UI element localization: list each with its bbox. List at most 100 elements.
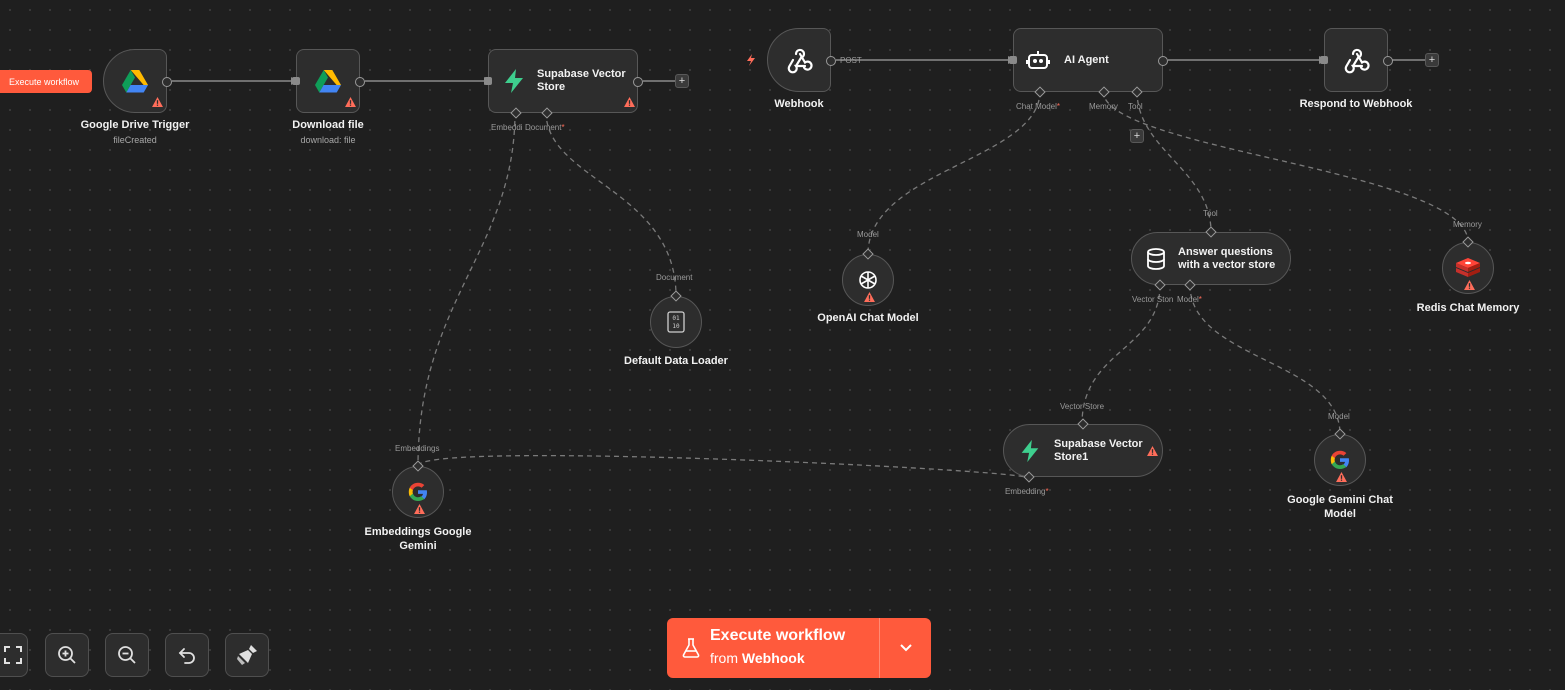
output-handle[interactable] xyxy=(633,77,643,87)
output-port[interactable] xyxy=(862,248,874,260)
fit-view-button[interactable] xyxy=(0,633,28,677)
execute-options-dropdown[interactable] xyxy=(880,618,931,678)
zoom-in-icon xyxy=(58,646,76,664)
supabase-icon xyxy=(505,69,523,93)
node-title-line2: Model xyxy=(1324,508,1356,520)
redis-icon xyxy=(1456,258,1480,277)
node-title: Default Data Loader xyxy=(624,355,728,367)
port-label-embeddi: Embeddi xyxy=(491,123,523,132)
chevron-down-icon xyxy=(899,644,912,652)
node-title: Google Gemini Chat Model xyxy=(1287,493,1393,521)
clear-execution-button[interactable] xyxy=(225,633,269,677)
zoom-out-button[interactable] xyxy=(105,633,149,677)
input-handle[interactable] xyxy=(1009,56,1017,64)
node-subtitle: fileCreated xyxy=(113,135,157,145)
node-respond-to-webhook[interactable] xyxy=(1320,28,1393,92)
chat-model-port[interactable] xyxy=(1034,86,1046,98)
document-output-port[interactable] xyxy=(670,290,682,302)
execute-workflow-button[interactable]: Execute workflow from Webhook xyxy=(667,618,931,678)
node-title-line1: Supabase Vector xyxy=(1054,437,1143,450)
port-label-text: Document xyxy=(525,123,562,132)
node-google-drive-trigger[interactable] xyxy=(103,49,172,113)
node-download-file[interactable] xyxy=(292,49,365,113)
port-label-tool: Tool xyxy=(1128,102,1143,111)
tool-port[interactable] xyxy=(1131,86,1143,98)
execute-workflow-source: from Webhook xyxy=(710,650,805,666)
warning-icon xyxy=(1336,472,1347,482)
output-handle[interactable] xyxy=(826,56,836,66)
node-ai-agent[interactable]: AI Agent xyxy=(1009,28,1168,98)
vector-store-output-port[interactable] xyxy=(1077,418,1089,430)
warning-icon xyxy=(414,504,425,514)
input-handle[interactable] xyxy=(292,77,300,85)
port-label-model: Model xyxy=(857,230,879,239)
warning-icon xyxy=(1464,280,1475,290)
required-mark: * xyxy=(561,123,565,132)
tool-output-port[interactable] xyxy=(1205,226,1217,238)
port-label-embedding: Embedding* xyxy=(1005,487,1049,496)
fit-view-icon xyxy=(4,646,22,664)
model-port[interactable] xyxy=(1184,279,1196,291)
output-handle[interactable] xyxy=(355,77,365,87)
node-redis-chat-memory[interactable] xyxy=(1442,236,1494,294)
embedding-port[interactable] xyxy=(1023,471,1035,483)
undo-button[interactable] xyxy=(165,633,209,677)
node-title: OpenAI Chat Model xyxy=(817,312,919,324)
database-icon xyxy=(1147,247,1165,270)
memory-output-port[interactable] xyxy=(1462,236,1474,248)
execute-workflow-trigger-button[interactable]: Execute workflow xyxy=(0,70,92,93)
embeddings-output-port[interactable] xyxy=(412,460,424,472)
warning-icon xyxy=(152,97,163,107)
google-icon xyxy=(1330,450,1349,469)
edge-loader-document xyxy=(545,111,677,297)
svg-text:10: 10 xyxy=(672,323,680,330)
port-label-memory: Memory xyxy=(1453,220,1482,229)
node-openai-chat-model[interactable] xyxy=(842,248,894,306)
webhook-icon xyxy=(1344,48,1370,74)
node-title: AI Agent xyxy=(1064,53,1109,66)
clear-broom-icon xyxy=(237,645,257,665)
vector-store-port[interactable] xyxy=(1154,279,1166,291)
node-title-line2: Gemini xyxy=(399,540,437,552)
node-webhook[interactable] xyxy=(767,28,836,92)
robot-icon xyxy=(1026,51,1050,69)
node-title: Download file xyxy=(292,119,364,131)
required-mark: * xyxy=(1045,487,1049,496)
node-supabase-vector-store[interactable]: Supabase Vector Store xyxy=(484,49,643,119)
add-node-button[interactable]: + xyxy=(1425,53,1439,67)
node-title-line1: Answer questions xyxy=(1178,245,1273,258)
output-handle[interactable] xyxy=(162,77,172,87)
output-handle[interactable] xyxy=(1383,56,1393,66)
source-prefix: from xyxy=(710,650,738,666)
model-output-port[interactable] xyxy=(1334,428,1346,440)
add-tool-button[interactable]: + xyxy=(1130,129,1144,143)
input-handle[interactable] xyxy=(1320,56,1328,64)
node-title: Redis Chat Memory xyxy=(1416,302,1520,314)
node-title-line1: Embeddings Google xyxy=(364,526,472,538)
port-label-chat-model: Chat Model* xyxy=(1016,102,1060,111)
node-title: Google Drive Trigger xyxy=(80,119,190,131)
required-mark: * xyxy=(1056,102,1061,111)
zoom-in-button[interactable] xyxy=(45,633,89,677)
node-title-line1: Google Gemini Chat xyxy=(1287,494,1393,506)
embedding-port[interactable] xyxy=(510,107,522,119)
port-label-memory: Memory xyxy=(1089,102,1118,111)
trigger-bolt-icon xyxy=(747,54,755,66)
node-default-data-loader[interactable]: 01 10 xyxy=(650,290,702,348)
node-answer-questions-vector-store[interactable]: Answer questions with a vector store xyxy=(1131,226,1291,291)
zoom-out-icon xyxy=(118,646,136,664)
output-handle[interactable] xyxy=(1158,56,1168,66)
memory-port[interactable] xyxy=(1098,86,1110,98)
node-google-gemini-chat-model[interactable] xyxy=(1314,428,1366,486)
node-title: Respond to Webhook xyxy=(1299,98,1413,110)
port-label-model: Model* xyxy=(1177,295,1202,304)
document-port[interactable] xyxy=(541,107,553,119)
node-embeddings-google-gemini[interactable] xyxy=(392,460,444,518)
input-handle[interactable] xyxy=(484,77,492,85)
port-label-embeddings: Embeddings xyxy=(395,444,440,453)
add-node-button[interactable]: + xyxy=(675,74,689,88)
edge-gemini-model xyxy=(1189,284,1341,435)
flask-icon xyxy=(682,638,700,658)
node-supabase-vector-store1[interactable]: Supabase Vector Store1 xyxy=(1003,418,1163,483)
edge-redis-memory xyxy=(1102,90,1469,243)
